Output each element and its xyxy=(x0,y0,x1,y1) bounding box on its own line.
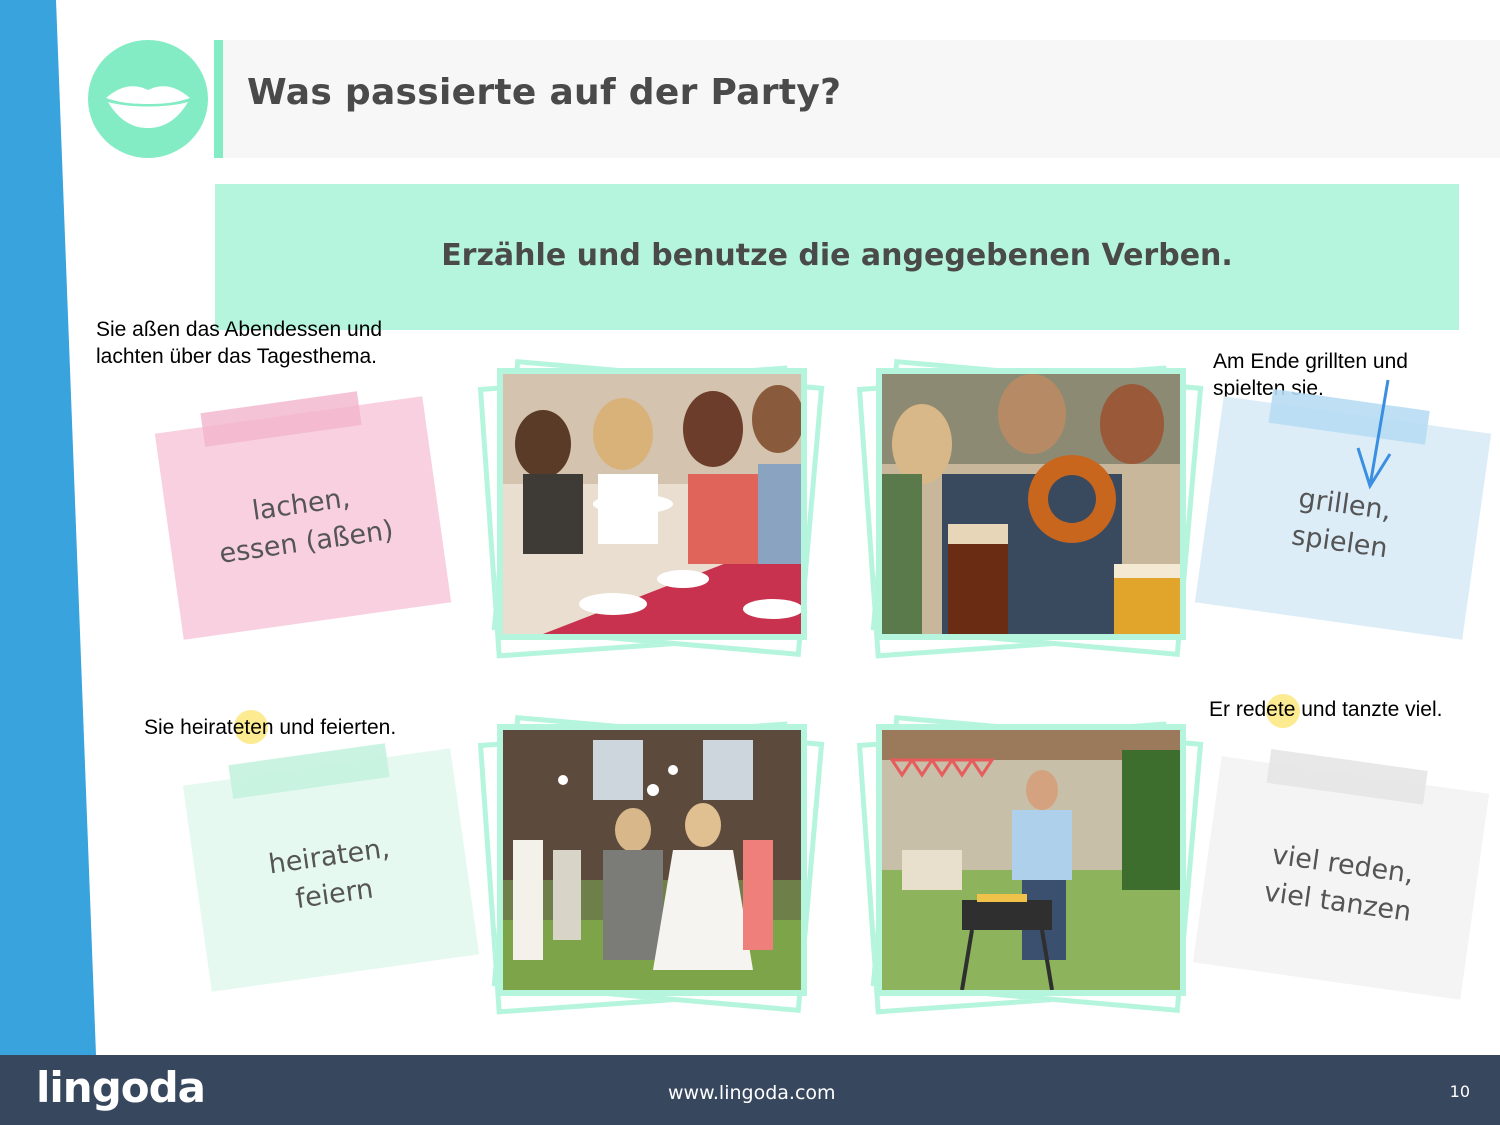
annotation-bottom-right: Er redete und tanzte viel. xyxy=(1209,698,1443,721)
wedding-celebration-photo xyxy=(497,724,807,996)
instruction-text: Erzähle und benutze die angegebenen Verb… xyxy=(441,238,1233,273)
note-verbs: viel reden, viel tanzen xyxy=(1261,839,1416,928)
lips-icon xyxy=(88,40,208,158)
note-verbs: grillen, spielen xyxy=(1289,482,1394,565)
garden-barbecue-photo xyxy=(876,724,1186,996)
photo-frame xyxy=(856,359,1204,659)
friends-dinner-photo xyxy=(497,368,807,640)
footer-url[interactable]: www.lingoda.com xyxy=(668,1081,838,1105)
page-number: 10 xyxy=(1449,1082,1470,1101)
tape-strip xyxy=(228,743,390,799)
page-title: Was passierte auf der Party? xyxy=(247,72,842,113)
photo-frame xyxy=(477,715,825,1015)
note-verbs: heiraten, feiern xyxy=(266,832,392,916)
annotation-arrow-icon xyxy=(1356,379,1392,490)
photo-frame xyxy=(477,359,825,659)
tape-strip xyxy=(1266,749,1428,805)
note-verbs: lachen, essen (aßen) xyxy=(217,482,396,570)
annotation-top-left: Sie aßen das Abendessen und lachten über… xyxy=(96,318,383,368)
lingoda-logo: lingoda xyxy=(36,1063,206,1112)
footer: lingoda www.lingoda.com 10 xyxy=(0,1055,1500,1125)
pretzel-beer-photo xyxy=(876,368,1186,640)
sticky-note-gray: viel reden, viel tanzen xyxy=(1192,749,1490,1000)
photo-frame xyxy=(856,715,1204,1015)
sticky-note-pink: lachen, essen (aßen) xyxy=(154,391,452,640)
sticky-note-mint: heiraten, feiern xyxy=(182,743,480,992)
side-stripe xyxy=(0,0,96,1055)
title-bar: Was passierte auf der Party? xyxy=(214,40,1500,158)
annotation-bottom-left: Sie heirateten und feierten. xyxy=(144,716,397,739)
instruction-banner: Erzähle und benutze die angegebenen Verb… xyxy=(215,184,1459,330)
sticky-note-blue: grillen, spielen xyxy=(1194,389,1492,640)
tape-strip xyxy=(200,391,362,447)
